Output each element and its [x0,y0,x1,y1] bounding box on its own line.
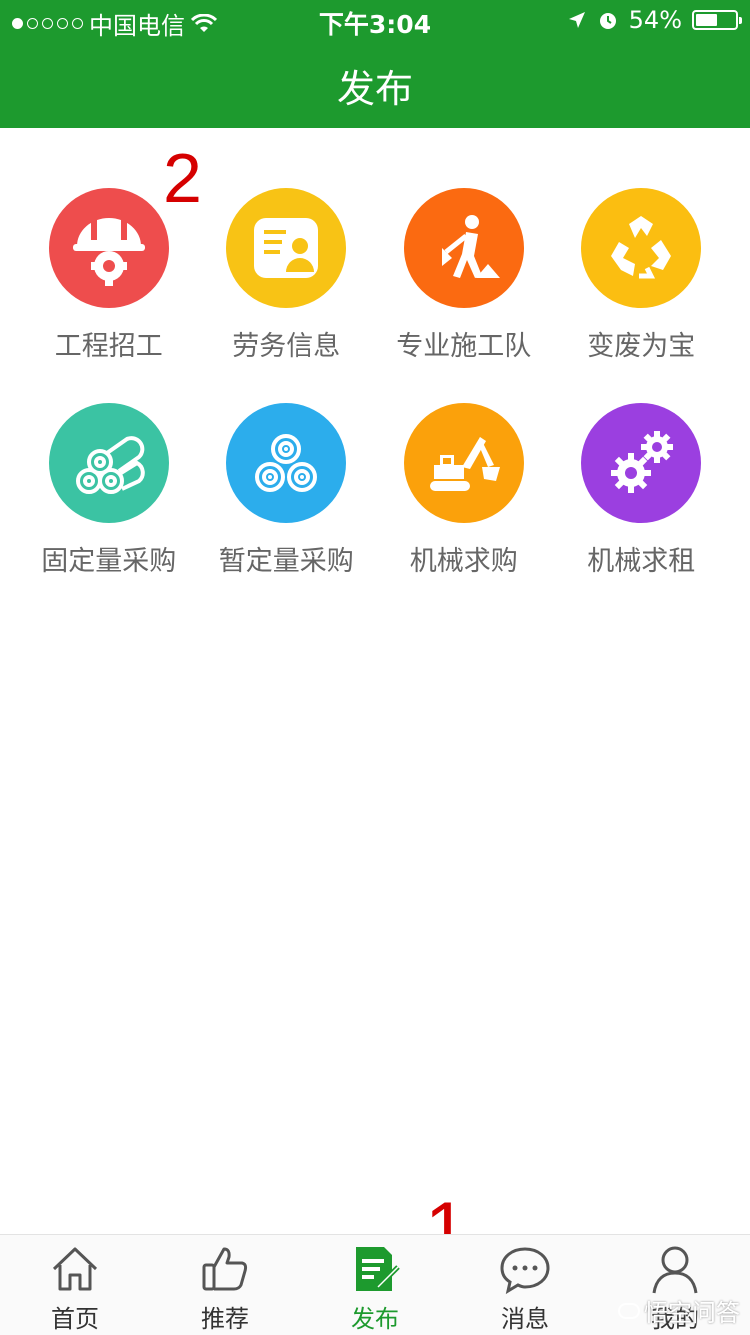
category-icon-circle [403,403,524,523]
category-icon-circle [581,403,702,523]
pipes-icon [75,436,145,494]
navigation-bar: 发布 [0,40,750,128]
category-label: 机械求购 [409,546,518,577]
category-label: 专业施工队 [396,331,532,362]
rolls-icon [255,434,318,492]
category-item-jixie-qiugou[interactable]: 机械求购 [375,403,553,578]
excavator-icon [429,437,500,491]
alarm-clock-icon [599,13,616,29]
watermark-bubble-icon [618,1302,640,1319]
home-icon [52,1247,98,1291]
category-item-gudingliang-caigou[interactable]: 固定量采购 [20,403,198,578]
category-item-jixie-qiuzu[interactable]: 机械求租 [553,403,731,578]
gears-icon [611,431,674,493]
category-item-bianfei-weibao[interactable]: 变废为宝 [553,188,731,363]
status-right: 54% [567,6,742,34]
tab-home[interactable]: 首页 [0,1235,150,1335]
category-icon-circle [226,188,347,308]
tab-label: 发布 [351,1305,399,1333]
category-icon-circle [48,188,169,308]
location-arrow-icon [568,12,585,28]
annotation-number-2: 2 [163,139,202,217]
user-icon [652,1246,698,1294]
worker-shovel-icon [441,215,500,278]
id-card-icon [254,218,319,278]
category-label: 固定量采购 [41,546,177,577]
publish-category-grid: 工程招工 劳务信息 专业施工队 变废为宝 固定量采购 暂定量采购 机械求购 机械… [20,188,730,578]
battery-percent: 54% [628,6,682,34]
tab-label: 首页 [51,1305,99,1333]
category-item-laowu-xinxi[interactable]: 劳务信息 [198,188,376,363]
tab-publish[interactable]: 发布 [300,1235,450,1335]
chat-bubble-icon [500,1247,550,1295]
category-item-zandingliang-caigou[interactable]: 暂定量采购 [198,403,376,578]
category-label: 劳务信息 [232,331,341,362]
helmet-gear-icon [72,218,145,286]
thumbs-up-icon [202,1247,248,1291]
edit-doc-icon [356,1247,400,1291]
tab-label: 推荐 [201,1305,249,1333]
tab-messages[interactable]: 消息 [450,1235,600,1335]
category-icon-circle [581,188,702,308]
category-icon-circle [226,403,347,523]
tab-label: 消息 [501,1305,549,1333]
category-label: 工程招工 [54,331,163,362]
category-label: 变废为宝 [587,331,696,362]
page-title: 发布 [336,67,413,111]
recycle-icon [611,216,672,279]
battery-icon [692,10,742,30]
tab-recommend[interactable]: 推荐 [150,1235,300,1335]
category-label: 机械求租 [587,546,696,577]
watermark-text: 悟空问答 [644,1299,740,1327]
watermark: 悟空问答 [618,1293,740,1328]
category-icon-circle [48,403,169,523]
category-icon-circle [403,188,524,308]
category-item-zhuanye-shigongdui[interactable]: 专业施工队 [375,188,553,363]
status-bar: 中国电信 下午3:04 54% [0,0,750,40]
category-label: 暂定量采购 [218,546,354,577]
